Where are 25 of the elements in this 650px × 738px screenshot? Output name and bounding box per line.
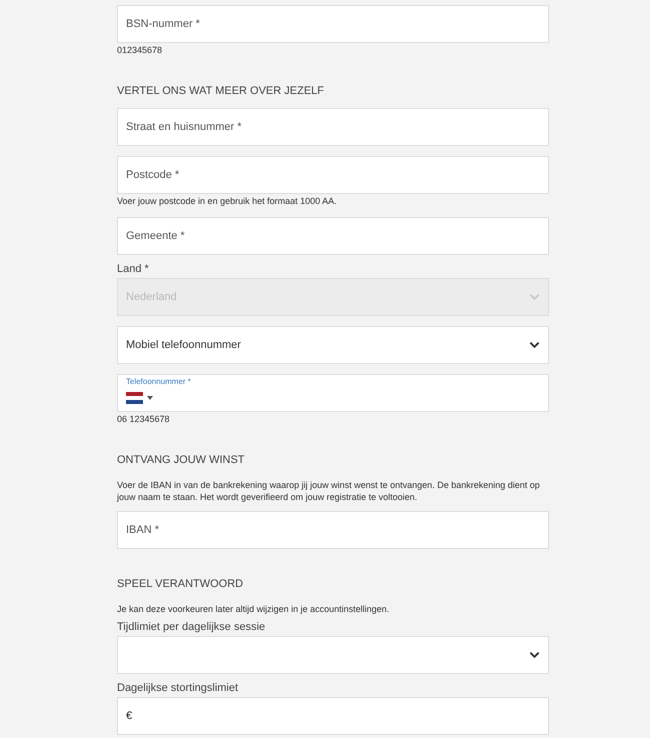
section-heading: SPEEL VERANTWOORD (117, 577, 244, 591)
field-label: Dagelijkse stortingslimiet (117, 682, 240, 695)
info-text: Voer de IBAN in van de bankrekening waarop jij jouw winst wenst te ontvangen. De bankrekening dient op jouw naam te staan. Het wordt geverifieerd om jouw registratie te voltooien. (117, 479, 541, 503)
info-text: Je kan deze voorkeuren later altijd wijzigen in je accountinstellingen. (117, 603, 390, 615)
input-field[interactable]: BSN-nummer * (117, 5, 549, 43)
input-field[interactable]: Postcode * (117, 156, 549, 194)
input-field[interactable]: IBAN * (117, 511, 549, 549)
chevron-down-icon (529, 651, 540, 659)
field-label: Tijdlimiet per dagelijkse sessie (117, 621, 266, 634)
chevron-down-icon (529, 293, 540, 301)
field-label: Land * (117, 263, 150, 276)
section-heading: ONTVANG JOUW WINST (117, 453, 246, 467)
phone-field[interactable]: Telefoonnummer * (117, 374, 549, 412)
chevron-down-icon (529, 341, 540, 349)
flag-icon[interactable] (126, 392, 143, 404)
input-field[interactable]: Gemeente * (117, 217, 549, 255)
hint-text: 06 12345678 (117, 413, 171, 425)
hint-text: 012345678 (117, 44, 164, 56)
select-field[interactable] (117, 636, 549, 674)
input-field[interactable]: Straat en huisnummer * (117, 108, 549, 146)
section-heading: VERTEL ONS WAT MEER OVER JEZELF (117, 84, 326, 98)
select-field[interactable]: Mobiel telefoonnummer (117, 326, 549, 364)
amount-field[interactable]: € (117, 697, 549, 735)
caret-icon (147, 396, 153, 400)
hint-text: Voer jouw postcode in en gebruik het formaat 1000 AA. (117, 195, 338, 207)
